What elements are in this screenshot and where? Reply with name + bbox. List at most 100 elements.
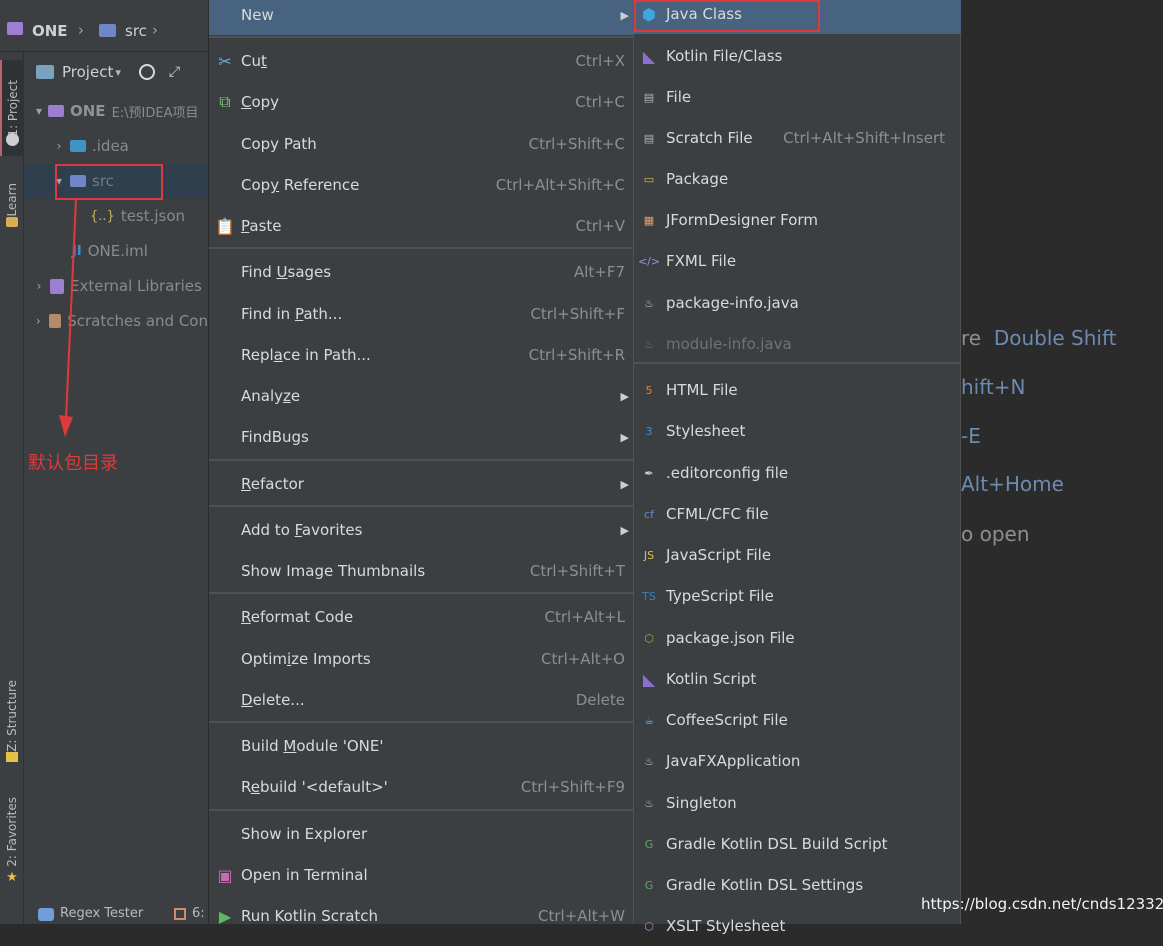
menu-item-find-usages[interactable]: Find Usages Alt+F7 [209, 252, 635, 292]
shortcut-label: Ctrl+Alt+W [538, 907, 625, 925]
new-item-package[interactable]: ▭ Package [634, 159, 961, 199]
project-tool-icon [0, 130, 24, 148]
collapse-icon[interactable]: ⤢ [169, 64, 180, 80]
new-item-xslt-stylesheet[interactable]: ⬡ XSLT Stylesheet [634, 906, 961, 946]
cfml-file-icon: cf [644, 507, 654, 521]
clipboard-icon: 📋 [215, 216, 235, 236]
tree-item-project-root[interactable]: ▾ ONE E:\预IDEA项目 [24, 94, 208, 128]
chevron-right-icon[interactable]: › [32, 314, 45, 328]
menu-item-show-in-explorer[interactable]: Show in Explorer [209, 814, 635, 854]
tree-item-scratches[interactable]: › Scratches and Con [24, 304, 208, 338]
project-view-selector[interactable]: Project [62, 63, 113, 81]
breadcrumb-project[interactable]: ONE [32, 22, 68, 40]
shortcut-label: Alt+F7 [573, 263, 625, 281]
chevron-down-icon[interactable]: ▾ [115, 66, 121, 79]
menu-item-copy-path[interactable]: Copy Path Ctrl+Shift+C [209, 124, 635, 164]
breadcrumb-folder[interactable]: src [125, 22, 147, 40]
singleton-icon: ♨ [644, 796, 654, 810]
new-item-javascript-file[interactable]: JS JavaScript File [634, 535, 961, 575]
menu-separator [209, 459, 635, 461]
menu-separator [209, 505, 635, 507]
module-info-icon: ♨ [644, 337, 654, 351]
new-item-file[interactable]: ▤ File [634, 77, 961, 117]
menu-item-label: Singleton [666, 794, 737, 812]
menu-item-label: JavaScript File [666, 546, 772, 564]
chevron-right-icon[interactable]: › [32, 279, 46, 293]
regex-icon [38, 908, 54, 921]
menu-item-copy[interactable]: ⧉ Copy Ctrl+C [209, 82, 635, 122]
new-item-kotlin-file-class[interactable]: ◣ Kotlin File/Class [634, 36, 961, 76]
menu-item-add-to-favorites[interactable]: Add to Favorites ▶ [209, 510, 635, 550]
tree-item-one-iml[interactable]: JI ONE.iml [24, 234, 208, 268]
menu-item-label: TypeScript File [666, 587, 774, 605]
locate-icon[interactable] [138, 64, 155, 80]
tree-item-test-json[interactable]: {..} test.json [24, 199, 208, 233]
chevron-right-icon: › [152, 21, 158, 39]
new-item-kotlin-script[interactable]: ◣ Kotlin Script [634, 659, 961, 699]
shortcut-label: Ctrl+X [575, 52, 625, 70]
new-item-cfml-cfc-file[interactable]: cf CFML/CFC file [634, 494, 961, 534]
menu-item-copy-reference[interactable]: Copy Reference Ctrl+Alt+Shift+C [209, 165, 635, 205]
menu-item-label: .editorconfig file [666, 464, 789, 482]
typescript-file-icon: TS [642, 589, 656, 603]
menu-item-label: Rebuild '<default>' [241, 778, 388, 796]
menu-item-paste[interactable]: 📋 Paste Ctrl+V [209, 206, 635, 246]
menu-item-reformat-code[interactable]: Reformat Code Ctrl+Alt+L [209, 597, 635, 637]
chevron-right-icon: › [78, 21, 84, 39]
new-item-coffeescript-file[interactable]: ☕ CoffeeScript File [634, 700, 961, 740]
menu-item-rebuild-default[interactable]: Rebuild '<default>' Ctrl+Shift+F9 [209, 767, 635, 807]
new-item-gradle-kotlin-dsl-settings[interactable]: G Gradle Kotlin DSL Settings [634, 865, 961, 905]
tree-item-external-libraries[interactable]: › External Libraries [24, 269, 208, 303]
new-item-fxml-file[interactable]: </> FXML File [634, 241, 961, 281]
menu-separator [209, 36, 635, 38]
menu-item-label: package.json File [666, 629, 795, 647]
new-item-html-file[interactable]: 5 HTML File [634, 370, 961, 410]
new-item-jformdesigner-form[interactable]: ▦ JFormDesigner Form [634, 200, 961, 240]
src-highlight-box [55, 164, 163, 200]
menu-item-label: Analyze [241, 387, 301, 405]
menu-item-label: Add to Favorites [241, 521, 363, 539]
kotlin-script-icon: ◣ [642, 669, 656, 689]
menu-item-refactor[interactable]: Refactor ▶ [209, 464, 635, 504]
new-item-package-info-java[interactable]: ♨ package-info.java [634, 283, 961, 323]
menu-item-analyze[interactable]: Analyze ▶ [209, 376, 635, 416]
menu-item-label: FindBugs [241, 428, 309, 446]
regex-tester-tab[interactable]: Regex Tester [60, 906, 143, 921]
menu-item-optimize-imports[interactable]: Optimize Imports Ctrl+Alt+O [209, 639, 635, 679]
menu-item-label: XSLT Stylesheet [666, 917, 786, 935]
new-item-typescript-file[interactable]: TS TypeScript File [634, 576, 961, 616]
chevron-down-icon[interactable]: ▾ [32, 104, 46, 118]
menu-item-cut[interactable]: ✂ Cut Ctrl+X [209, 41, 635, 81]
menu-item-new[interactable]: New ▶ [209, 0, 635, 35]
menu-item-label: Copy Path [241, 135, 317, 153]
menu-item-label: File [666, 88, 692, 106]
new-item-package-json-file[interactable]: ⬡ package.json File [634, 618, 961, 658]
menu-separator [209, 809, 635, 811]
menu-item-label: Kotlin File/Class [666, 47, 783, 65]
chevron-right-icon[interactable]: › [52, 139, 66, 153]
tool-tab-6[interactable]: 6: [192, 906, 205, 921]
tree-item-idea[interactable]: › .idea [24, 129, 208, 163]
new-item-scratch-file[interactable]: ▤ Scratch File Ctrl+Alt+Shift+Insert [634, 118, 961, 158]
menu-item-delete[interactable]: Delete... Delete [209, 680, 635, 720]
shortcut-label: Ctrl+Alt+Shift+C [495, 176, 625, 194]
menu-item-label: CFML/CFC file [666, 505, 769, 523]
folder-icon [36, 65, 54, 79]
project-panel-header: Project ▾ ⤢ [24, 52, 208, 92]
new-item-stylesheet[interactable]: 3 Stylesheet [634, 411, 961, 451]
new-item-editorconfig-file[interactable]: ✒ .editorconfig file [634, 453, 961, 493]
tab-favorites[interactable]: 2: Favorites [0, 792, 24, 872]
menu-item-build-module-one[interactable]: Build Module 'ONE' [209, 726, 635, 766]
new-item-javafxapplication[interactable]: ♨ JavaFXApplication [634, 741, 961, 781]
menu-item-label: Scratch File [666, 129, 753, 147]
menu-item-open-in-terminal[interactable]: ▣ Open in Terminal [209, 855, 635, 895]
menu-item-show-image-thumbnails[interactable]: Show Image Thumbnails Ctrl+Shift+T [209, 551, 635, 591]
menu-item-find-in-path[interactable]: Find in Path... Ctrl+Shift+F [209, 294, 635, 334]
menu-item-findbugs[interactable]: FindBugs ▶ [209, 417, 635, 457]
kotlin-file-icon: ◣ [642, 46, 656, 66]
shortcut-label: Ctrl+V [575, 217, 625, 235]
new-item-singleton[interactable]: ♨ Singleton [634, 783, 961, 823]
new-item-gradle-kotlin-dsl-build-script[interactable]: G Gradle Kotlin DSL Build Script [634, 824, 961, 864]
menu-item-replace-in-path[interactable]: Replace in Path... Ctrl+Shift+R [209, 335, 635, 375]
menu-item-run-kotlin-scratch[interactable]: ▶ Run Kotlin Scratch Ctrl+Alt+W [209, 896, 635, 936]
